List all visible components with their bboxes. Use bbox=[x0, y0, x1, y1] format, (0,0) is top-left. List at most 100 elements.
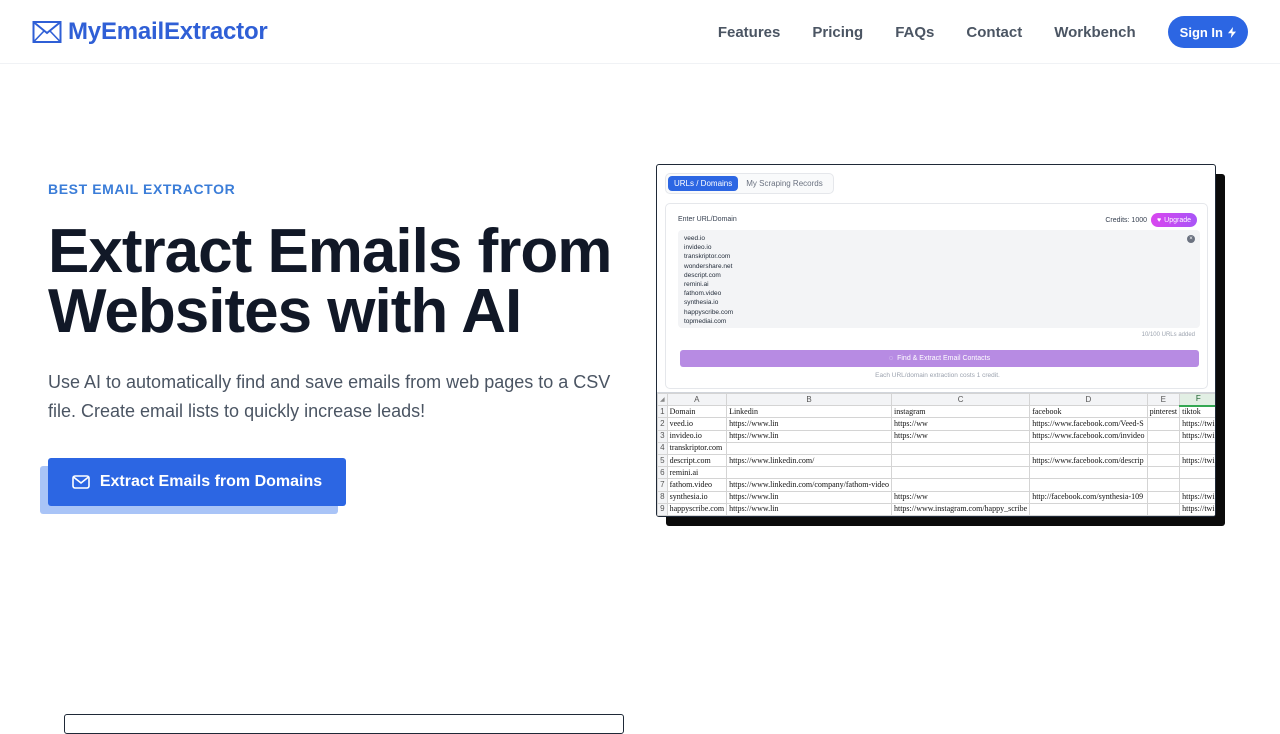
sign-in-button[interactable]: Sign In bbox=[1167, 16, 1248, 48]
column-header[interactable]: C bbox=[890, 393, 1031, 407]
tab-scraping-records[interactable]: My Scraping Records bbox=[740, 176, 828, 191]
lightning-icon bbox=[1228, 26, 1236, 38]
table-cell[interactable]: https://ww bbox=[890, 417, 1031, 431]
table-cell[interactable]: tiktok bbox=[1179, 405, 1215, 419]
row-number[interactable]: 5 bbox=[657, 453, 668, 468]
table-cell[interactable] bbox=[890, 466, 1031, 480]
table-cell[interactable]: Linkedin bbox=[726, 405, 892, 419]
column-header-selected[interactable]: F bbox=[1179, 393, 1215, 407]
table-cell[interactable]: invideo.io bbox=[666, 429, 728, 443]
brand-logo[interactable]: MyEmailExtractor bbox=[32, 16, 268, 48]
table-cell[interactable] bbox=[726, 441, 892, 455]
row-number[interactable]: 9 bbox=[657, 502, 668, 516]
row-number[interactable]: 3 bbox=[657, 429, 668, 443]
row-number[interactable]: 6 bbox=[657, 466, 668, 480]
table-cell[interactable] bbox=[1146, 441, 1181, 455]
row-number[interactable]: 4 bbox=[657, 441, 668, 455]
table-cell[interactable] bbox=[890, 478, 1031, 492]
main-nav: Features Pricing FAQs Contact Workbench … bbox=[718, 16, 1248, 48]
url-item: veed.io bbox=[684, 235, 705, 242]
table-cell[interactable]: veed.io bbox=[666, 417, 728, 431]
table-cell[interactable]: https://www.lin bbox=[726, 429, 892, 443]
tab-urls-domains[interactable]: URLs / Domains bbox=[668, 176, 739, 191]
extract-emails-button[interactable]: Extract Emails from Domains bbox=[48, 458, 346, 506]
table-cell[interactable]: transkriptor.com bbox=[666, 441, 728, 455]
table-cell[interactable]: descript.com bbox=[666, 453, 728, 468]
hero-eyebrow: BEST EMAIL EXTRACTOR bbox=[48, 181, 236, 197]
corner-cell[interactable]: ◢ bbox=[657, 393, 668, 407]
table-cell[interactable]: http://facebook.com/synthesia-109 bbox=[1029, 490, 1148, 504]
table-cell[interactable]: Domain bbox=[666, 405, 728, 419]
table-cell[interactable]: https://twi bbox=[1179, 490, 1215, 504]
brand-name: MyEmailExtractor bbox=[68, 18, 268, 45]
table-cell[interactable] bbox=[1179, 441, 1215, 455]
table-cell[interactable]: https://twi bbox=[1179, 429, 1215, 443]
url-textarea[interactable]: veed.io invideo.io transkriptor.com wond… bbox=[678, 230, 1200, 328]
find-extract-button[interactable]: ◌ Find & Extract Email Contacts bbox=[680, 350, 1199, 367]
row-number[interactable]: 2 bbox=[657, 417, 668, 431]
table-cell[interactable] bbox=[890, 441, 1031, 455]
nav-contact[interactable]: Contact bbox=[966, 24, 1022, 41]
table-cell[interactable]: https://www.lin bbox=[726, 417, 892, 431]
nav-faqs[interactable]: FAQs bbox=[895, 24, 934, 41]
table-cell[interactable]: https://ww bbox=[890, 490, 1031, 504]
table-cell[interactable]: https://www.facebook.com/descrip bbox=[1029, 453, 1148, 468]
nav-pricing[interactable]: Pricing bbox=[812, 24, 863, 41]
column-header-row: ◢ A B C D E F G H I bbox=[657, 393, 1215, 407]
table-row: 8 synthesia.io https://www.lin https://ww ht… bbox=[657, 490, 1215, 504]
extract-emails-label: Extract Emails from Domains bbox=[99, 473, 323, 490]
table-cell[interactable] bbox=[1146, 429, 1181, 443]
table-cell[interactable] bbox=[1146, 417, 1181, 431]
table-cell[interactable]: fathom.video bbox=[666, 478, 728, 492]
table-cell[interactable] bbox=[1146, 502, 1181, 516]
table-cell[interactable] bbox=[1029, 502, 1148, 516]
table-cell[interactable] bbox=[1179, 478, 1215, 492]
nav-features[interactable]: Features bbox=[718, 24, 781, 41]
table-cell[interactable]: https://www.facebook.com/invideo bbox=[1029, 429, 1148, 443]
row-number[interactable]: 7 bbox=[657, 478, 668, 492]
table-cell[interactable] bbox=[1146, 453, 1181, 468]
table-cell[interactable]: https://ww bbox=[890, 429, 1031, 443]
hero-headline: Extract Emails from Websites with AI bbox=[48, 217, 612, 346]
table-cell[interactable] bbox=[1146, 490, 1181, 504]
table-cell[interactable]: https://twi bbox=[1179, 453, 1215, 468]
table-cell[interactable]: https://www.instagram.com/happy_scribe bbox=[890, 502, 1031, 516]
url-count: 10/100 URLs added bbox=[1141, 332, 1195, 338]
table-row: 6remini.aisupport@remini.ai bbox=[657, 466, 1215, 480]
table-cell[interactable] bbox=[1029, 478, 1148, 492]
table-cell[interactable]: https://www.lin bbox=[726, 490, 892, 504]
table-cell[interactable]: https://www.linkedin.com/ bbox=[726, 453, 892, 468]
table-cell[interactable] bbox=[1179, 466, 1215, 480]
table-cell[interactable]: https://www.lin bbox=[726, 502, 892, 516]
table-cell[interactable] bbox=[1029, 441, 1148, 455]
url-item: topmediai.com bbox=[684, 317, 727, 325]
table-cell[interactable] bbox=[1029, 466, 1148, 480]
clear-icon[interactable]: × bbox=[1187, 235, 1195, 243]
row-number[interactable]: 1 bbox=[657, 405, 668, 419]
app-preview: URLs / Domains My Scraping Records Enter… bbox=[656, 164, 1216, 517]
table-cell[interactable]: facebook bbox=[1029, 405, 1148, 419]
table-cell[interactable] bbox=[726, 466, 892, 480]
table-cell[interactable] bbox=[890, 453, 1031, 468]
table-cell[interactable]: happyscribe.com bbox=[666, 502, 728, 516]
spinner-icon: ◌ bbox=[888, 355, 894, 362]
table-cell[interactable] bbox=[1146, 466, 1181, 480]
column-header[interactable]: B bbox=[726, 393, 892, 407]
table-cell[interactable]: https://www.facebook.com/Veed-S bbox=[1029, 417, 1148, 431]
table-cell[interactable]: https://twi bbox=[1179, 502, 1215, 516]
find-extract-label: Find & Extract Email Contacts bbox=[897, 355, 991, 362]
nav-workbench[interactable]: Workbench bbox=[1054, 24, 1135, 41]
table-cell[interactable]: synthesia.io bbox=[666, 490, 728, 504]
table-cell[interactable]: remini.ai bbox=[666, 466, 728, 480]
column-header[interactable]: E bbox=[1146, 393, 1181, 407]
row-number[interactable]: 8 bbox=[657, 490, 668, 504]
column-header[interactable]: A bbox=[666, 393, 728, 407]
table-cell[interactable]: https://www.linkedin.com/company/fathom-… bbox=[726, 478, 892, 492]
upgrade-button[interactable]: ♥ Upgrade bbox=[1150, 213, 1197, 227]
table-cell[interactable] bbox=[1146, 478, 1181, 492]
table-cell[interactable]: pinterest bbox=[1146, 405, 1181, 419]
table-cell[interactable]: instagram bbox=[890, 405, 1031, 419]
url-item: wondershare.net bbox=[684, 262, 733, 270]
table-cell[interactable]: https://twi bbox=[1179, 417, 1215, 431]
column-header[interactable]: D bbox=[1029, 393, 1148, 407]
